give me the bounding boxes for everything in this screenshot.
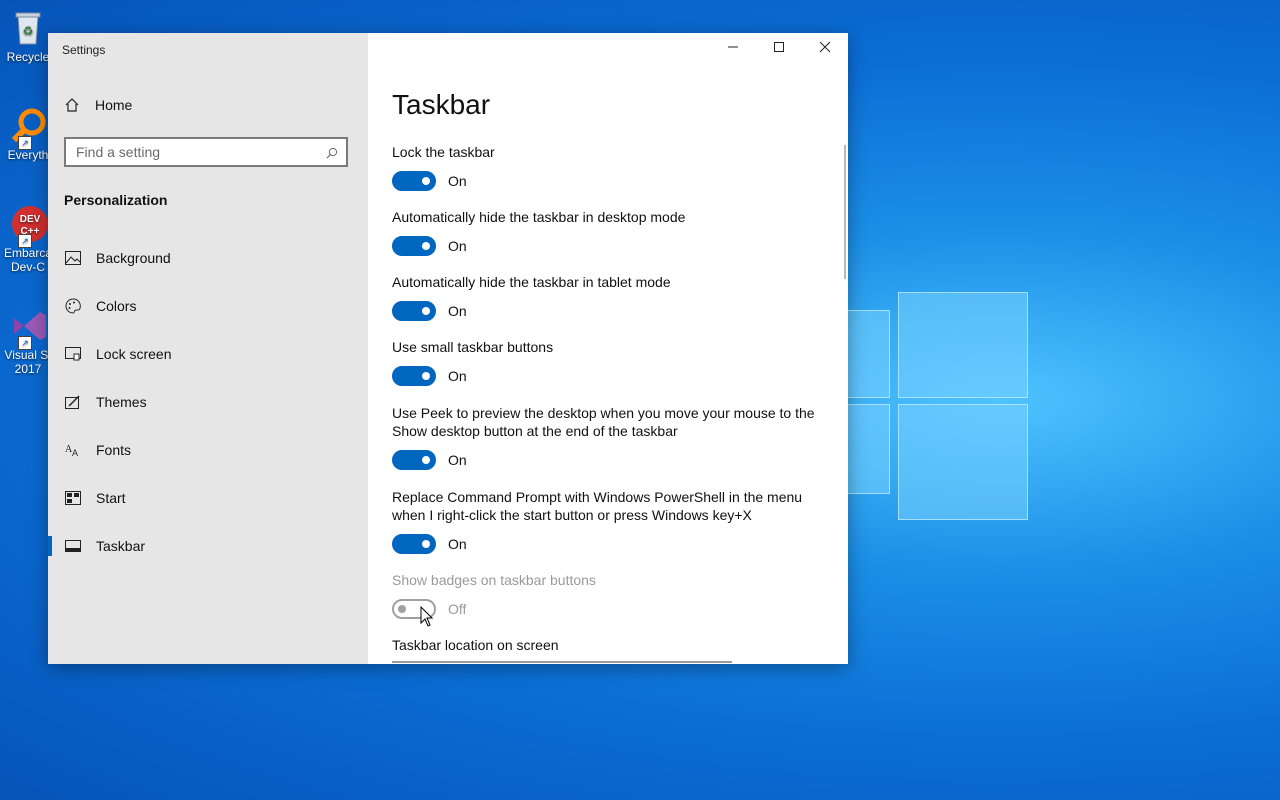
- toggle-knob: [398, 605, 406, 613]
- home-label: Home: [95, 97, 133, 113]
- toggle-knob: [422, 372, 430, 380]
- toggle-knob: [422, 540, 430, 548]
- page-title: Taskbar: [392, 89, 491, 120]
- sidebar-item-taskbar[interactable]: Taskbar: [48, 526, 368, 566]
- toggle-knob: [422, 307, 430, 315]
- sidebar: Settings Home Personalization Background…: [48, 33, 368, 664]
- toggle-knob: [422, 456, 430, 464]
- lock-screen-icon: [64, 346, 82, 362]
- toggle-row-peek: On: [392, 450, 467, 470]
- search-box[interactable]: [64, 137, 348, 167]
- toggle-autohide-desktop[interactable]: [392, 236, 436, 256]
- sidebar-item-label: Fonts: [96, 442, 132, 458]
- toggle-state: On: [448, 303, 467, 319]
- mouse-cursor-icon: [420, 605, 434, 628]
- toggle-row-lock-taskbar: On: [392, 171, 467, 191]
- home-nav-item[interactable]: Home: [64, 97, 132, 113]
- sidebar-item-background[interactable]: Background: [48, 238, 368, 278]
- sidebar-item-colors[interactable]: Colors: [48, 286, 368, 326]
- setting-label-location: Taskbar location on screen: [392, 637, 559, 653]
- toggle-knob: [422, 242, 430, 250]
- sidebar-item-label: Start: [96, 490, 126, 506]
- shortcut-arrow-icon: ↗: [18, 136, 32, 150]
- location-dropdown[interactable]: [392, 661, 732, 664]
- picture-icon: [64, 250, 82, 266]
- toggle-row-autohide-desktop: On: [392, 236, 467, 256]
- sidebar-item-start[interactable]: Start: [48, 478, 368, 518]
- sidebar-item-label: Lock screen: [96, 346, 172, 362]
- toggle-row-small-buttons: On: [392, 366, 467, 386]
- toggle-small-buttons[interactable]: [392, 366, 436, 386]
- sidebar-item-label: Themes: [96, 394, 147, 410]
- sidebar-item-fonts[interactable]: AA Fonts: [48, 430, 368, 470]
- setting-label-autohide-desktop: Automatically hide the taskbar in deskto…: [392, 209, 686, 225]
- setting-label-small-buttons: Use small taskbar buttons: [392, 339, 554, 355]
- toggle-state: On: [448, 452, 467, 468]
- section-title: Personalization: [64, 192, 168, 208]
- main-content: Taskbar Lock the taskbar On Automaticall…: [392, 33, 832, 664]
- recycle-bin-icon: ♻: [8, 8, 48, 48]
- toggle-row-autohide-tablet: On: [392, 301, 467, 321]
- search-input[interactable]: [66, 143, 318, 161]
- themes-icon: [64, 394, 82, 410]
- shortcut-arrow-icon: ↗: [18, 336, 32, 350]
- settings-window: Settings Home Personalization Background…: [48, 33, 848, 664]
- fonts-icon: AA: [64, 442, 82, 458]
- sidebar-item-label: Colors: [96, 298, 137, 314]
- sidebar-item-themes[interactable]: Themes: [48, 382, 368, 422]
- sidebar-item-label: Background: [96, 250, 171, 266]
- toggle-row-powershell: On: [392, 534, 467, 554]
- devcpp-icon: DEV C++ ↗: [8, 204, 48, 248]
- sidebar-item-label: Taskbar: [96, 538, 146, 554]
- svg-text:DEV: DEV: [20, 214, 41, 225]
- setting-label-powershell: Replace Command Prompt with Windows Powe…: [392, 489, 803, 523]
- start-icon: [64, 490, 82, 506]
- scrollbar-thumb[interactable]: [844, 145, 846, 279]
- setting-label-autohide-tablet: Automatically hide the taskbar in tablet…: [392, 274, 671, 290]
- visual-studio-icon: ↗: [8, 306, 48, 350]
- toggle-lock-taskbar[interactable]: [392, 171, 436, 191]
- toggle-state: On: [448, 238, 467, 254]
- shortcut-arrow-icon: ↗: [18, 234, 32, 248]
- toggle-state: On: [448, 368, 467, 384]
- svg-text:♻: ♻: [23, 24, 34, 38]
- svg-text:A: A: [72, 448, 78, 457]
- app-title: Settings: [62, 43, 106, 57]
- toggle-knob: [422, 177, 430, 185]
- palette-icon: [64, 298, 82, 314]
- toggle-peek[interactable]: [392, 450, 436, 470]
- setting-label-badges: Show badges on taskbar buttons: [392, 572, 596, 588]
- selection-indicator: [48, 536, 52, 556]
- sidebar-item-lock-screen[interactable]: Lock screen: [48, 334, 368, 374]
- windows-logo-wallpaper: [840, 280, 1040, 520]
- taskbar-icon: [64, 538, 82, 554]
- toggle-powershell[interactable]: [392, 534, 436, 554]
- setting-label-lock-taskbar: Lock the taskbar: [392, 144, 495, 160]
- toggle-state: On: [448, 536, 467, 552]
- toggle-state: On: [448, 173, 467, 189]
- home-icon: [64, 97, 80, 113]
- search-icon[interactable]: [326, 146, 338, 159]
- toggle-autohide-tablet[interactable]: [392, 301, 436, 321]
- search-magnifier-icon: ↗: [8, 106, 48, 150]
- setting-label-peek: Use Peek to preview the desktop when you…: [392, 405, 815, 439]
- toggle-state: Off: [448, 601, 467, 617]
